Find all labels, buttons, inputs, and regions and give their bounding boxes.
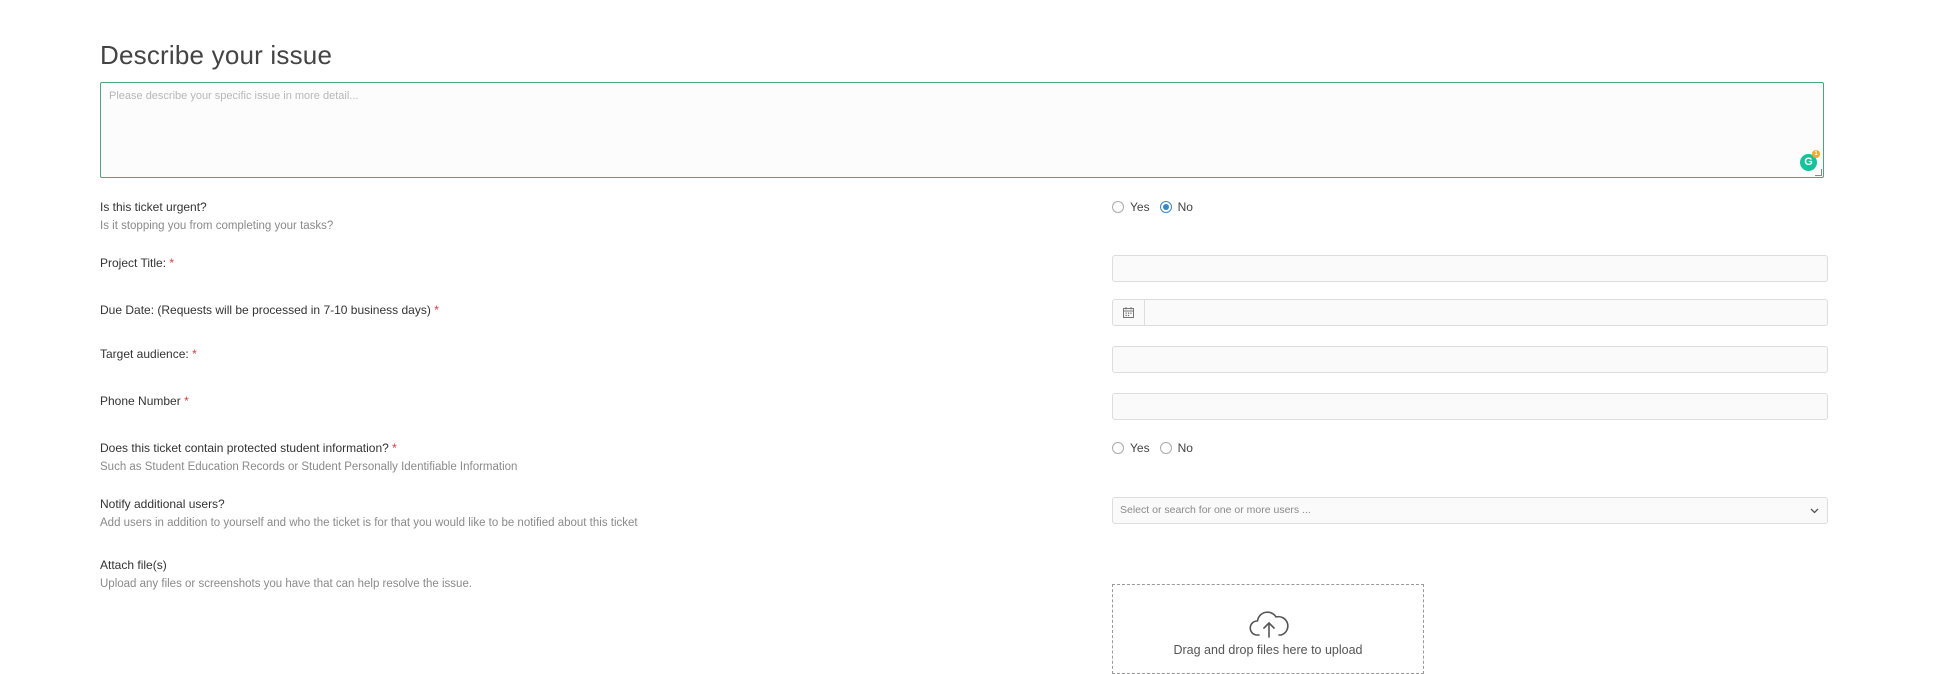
required-mark: * — [392, 441, 397, 455]
project-title-label: Project Title: * — [100, 256, 175, 270]
required-mark: * — [192, 347, 197, 361]
protected-yes-option[interactable]: Yes — [1112, 441, 1150, 455]
chevron-down-icon — [1810, 508, 1819, 514]
phone-label: Phone Number * — [100, 394, 189, 408]
due-date-field[interactable] — [1112, 299, 1828, 326]
notify-select-placeholder: Select or search for one or more users .… — [1120, 504, 1311, 516]
file-dropzone[interactable]: Drag and drop files here to upload — [1112, 584, 1424, 674]
protected-sub: Such as Student Education Records or Stu… — [100, 461, 518, 473]
urgent-radio-group: Yes No — [1112, 200, 1203, 214]
protected-yes-label: Yes — [1130, 441, 1150, 455]
due-date-label: Due Date: (Requests will be processed in… — [100, 303, 439, 317]
cloud-upload-icon — [1249, 611, 1289, 638]
grammarly-badge: 1 — [1812, 150, 1820, 158]
notify-label: Notify additional users? — [100, 497, 225, 511]
due-date-input[interactable] — [1145, 300, 1827, 325]
resize-handle-icon[interactable] — [1815, 169, 1822, 176]
protected-radio-group: Yes No — [1112, 441, 1203, 455]
urgent-yes-label: Yes — [1130, 200, 1150, 214]
required-mark: * — [184, 394, 189, 408]
attach-label: Attach file(s) — [100, 558, 167, 572]
urgent-sub: Is it stopping you from completing your … — [100, 220, 334, 232]
protected-yes-radio[interactable] — [1112, 442, 1124, 454]
protected-no-radio[interactable] — [1159, 442, 1172, 454]
page-title: Describe your issue — [100, 40, 333, 70]
required-mark: * — [169, 256, 175, 270]
calendar-button[interactable] — [1113, 300, 1145, 325]
description-textarea[interactable] — [101, 83, 1823, 177]
urgent-yes-radio[interactable] — [1112, 201, 1124, 213]
urgent-no-radio[interactable] — [1159, 201, 1172, 213]
required-mark: * — [434, 303, 439, 317]
urgent-yes-option[interactable]: Yes — [1112, 200, 1150, 214]
notify-sub: Add users in addition to yourself and wh… — [100, 517, 638, 529]
project-title-input[interactable] — [1112, 255, 1828, 282]
protected-label: Does this ticket contain protected stude… — [100, 441, 397, 455]
description-box[interactable]: G1 — [100, 82, 1824, 178]
protected-no-label: No — [1177, 441, 1193, 455]
protected-no-option[interactable]: No — [1159, 441, 1193, 455]
target-audience-label: Target audience: * — [100, 347, 197, 361]
notify-users-select[interactable]: Select or search for one or more users .… — [1112, 497, 1828, 524]
calendar-icon — [1123, 307, 1134, 318]
phone-input[interactable] — [1112, 393, 1828, 420]
attach-sub: Upload any files or screenshots you have… — [100, 578, 473, 590]
urgent-label: Is this ticket urgent? — [100, 200, 207, 214]
urgent-no-label: No — [1177, 200, 1193, 214]
target-audience-input[interactable] — [1112, 346, 1828, 373]
urgent-no-option[interactable]: No — [1159, 200, 1193, 214]
